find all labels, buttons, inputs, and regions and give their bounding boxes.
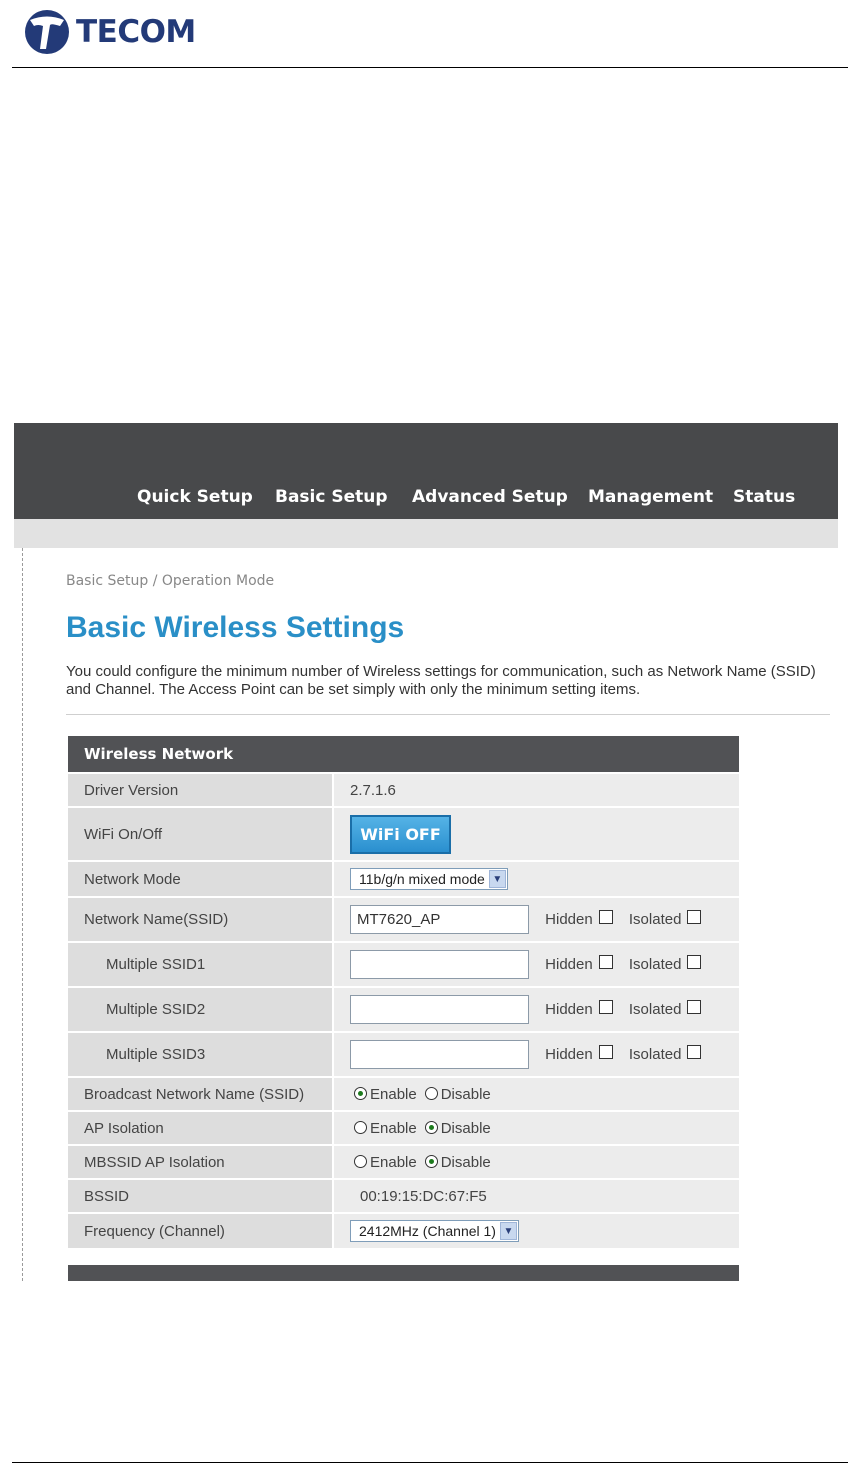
row-bssid: BSSID 00:19:15:DC:67:F5 [68,1180,739,1212]
mbssid-disable-option[interactable]: Disable [424,1153,491,1171]
ssid-hidden-checkbox[interactable] [598,910,613,925]
left-divider [22,548,23,1281]
bssid-value: 00:19:15:DC:67:F5 [360,1187,487,1205]
router-ui-screenshot: Quick Setup Basic Setup Advanced Setup M… [14,423,838,1281]
nav-management[interactable]: Management [588,487,713,507]
mssid1-input[interactable] [350,950,529,979]
frequency-label: Frequency (Channel) [68,1214,334,1248]
mssid3-hidden-checkbox[interactable] [598,1045,613,1060]
page-title: Basic Wireless Settings [66,611,405,644]
network-mode-label: Network Mode [68,862,334,896]
chevron-down-icon: ▼ [499,1222,517,1240]
broadcast-enable-label: Enable [370,1085,417,1103]
mssid2-hidden-checkbox[interactable] [598,1000,613,1015]
next-section-header [68,1265,739,1281]
network-mode-selected: 11b/g/n mixed mode [359,871,485,887]
mbssid-isolation-radio-group: Enable Disable [350,1154,491,1171]
row-multiple-ssid3: Multiple SSID3 Hidden Isolated [68,1033,739,1076]
ap-isolation-label: AP Isolation [68,1112,334,1144]
broadcast-disable-option[interactable]: Disable [424,1085,491,1103]
ssid-hidden-label: Hidden [545,911,593,928]
ssid-input[interactable]: MT7620_AP [350,905,529,934]
mbssid-disable-label: Disable [440,1153,491,1171]
tecom-wordmark: TECOM [76,14,196,50]
mbssid-disable-radio[interactable] [424,1154,438,1168]
mssid2-label: Multiple SSID2 [68,988,334,1031]
ap-isolation-disable-label: Disable [440,1119,491,1137]
mssid3-input[interactable] [350,1040,529,1069]
row-multiple-ssid2: Multiple SSID2 Hidden Isolated [68,988,739,1031]
row-frequency: Frequency (Channel) 2412MHz (Channel 1) … [68,1214,739,1248]
ssid-isolated-checkbox[interactable] [687,910,702,925]
mssid2-isolated-label: Isolated [628,1001,682,1018]
mssid3-hidden-label: Hidden [545,1046,593,1063]
row-broadcast-ssid: Broadcast Network Name (SSID) Enable Dis… [68,1078,739,1110]
mssid3-isolated-label: Isolated [628,1046,682,1063]
broadcast-ssid-radio-group: Enable Disable [350,1086,491,1103]
mssid1-isolated-checkbox[interactable] [687,955,702,970]
ap-isolation-enable-label: Enable [370,1119,417,1137]
mssid3-label: Multiple SSID3 [68,1033,334,1076]
mssid2-input[interactable] [350,995,529,1024]
mssid1-label: Multiple SSID1 [68,943,334,986]
mbssid-enable-option[interactable]: Enable [354,1154,417,1171]
broadcast-enable-radio[interactable] [354,1086,367,1100]
broadcast-disable-label: Disable [440,1085,491,1103]
document-footer-rule [12,1462,848,1463]
mbssid-enable-label: Enable [370,1153,417,1171]
section-divider [66,714,830,715]
mssid3-isolated-checkbox[interactable] [687,1045,702,1060]
frequency-select[interactable]: 2412MHz (Channel 1) ▼ [350,1220,519,1242]
nav-quick-setup[interactable]: Quick Setup [137,487,253,507]
row-ap-isolation: AP Isolation Enable Disable [68,1112,739,1144]
document-header-rule [12,67,848,68]
breadcrumb: Basic Setup / Operation Mode [66,573,275,589]
ap-isolation-enable-option[interactable]: Enable [354,1120,417,1137]
ssid-label: Network Name(SSID) [68,898,334,941]
row-mbssid-isolation: MBSSID AP Isolation Enable Disable [68,1146,739,1178]
tecom-logo: TECOM [24,4,196,60]
row-network-mode: Network Mode 11b/g/n mixed mode ▼ [68,862,739,896]
ap-isolation-radio-group: Enable Disable [350,1120,491,1137]
wifi-toggle-button[interactable]: WiFi OFF [350,814,451,854]
mssid2-isolated-checkbox[interactable] [687,1000,702,1015]
mssid1-hidden-label: Hidden [545,956,593,973]
ap-isolation-disable-option[interactable]: Disable [424,1119,491,1137]
tecom-logo-mark-icon [25,10,69,54]
wireless-settings-table: Wireless Network Driver Version 2.7.1.6 … [68,734,739,1250]
driver-version-label: Driver Version [68,774,334,806]
mssid1-hidden-checkbox[interactable] [598,955,613,970]
broadcast-enable-option[interactable]: Enable [354,1086,417,1103]
broadcast-ssid-label: Broadcast Network Name (SSID) [68,1078,334,1110]
ap-isolation-disable-radio[interactable] [424,1120,438,1134]
bssid-label: BSSID [68,1180,334,1212]
row-wifi-onoff: WiFi On/Off WiFi OFF [68,808,739,860]
ssid-isolated-label: Isolated [628,911,682,928]
wifi-onoff-label: WiFi On/Off [68,808,334,860]
mbssid-isolation-label: MBSSID AP Isolation [68,1146,334,1178]
driver-version-value: 2.7.1.6 [334,774,739,806]
chevron-down-icon: ▼ [488,870,506,888]
mbssid-enable-radio[interactable] [354,1154,367,1168]
page-description: You could configure the minimum number o… [66,663,816,698]
row-driver-version: Driver Version 2.7.1.6 [68,774,739,806]
sub-navigation-bar [14,519,838,548]
mssid1-isolated-label: Isolated [628,956,682,973]
top-navigation-bar: Quick Setup Basic Setup Advanced Setup M… [14,423,838,519]
row-multiple-ssid1: Multiple SSID1 Hidden Isolated [68,943,739,986]
table-header-wireless-network: Wireless Network [68,736,739,772]
mssid2-hidden-label: Hidden [545,1001,593,1018]
row-ssid: Network Name(SSID) MT7620_AP Hidden Isol… [68,898,739,941]
nav-advanced-setup[interactable]: Advanced Setup [412,487,568,507]
network-mode-select[interactable]: 11b/g/n mixed mode ▼ [350,868,508,890]
broadcast-disable-radio[interactable] [424,1086,438,1100]
nav-status[interactable]: Status [733,487,795,507]
nav-basic-setup[interactable]: Basic Setup [275,487,388,507]
frequency-selected: 2412MHz (Channel 1) [359,1223,496,1239]
ap-isolation-enable-radio[interactable] [354,1120,367,1134]
